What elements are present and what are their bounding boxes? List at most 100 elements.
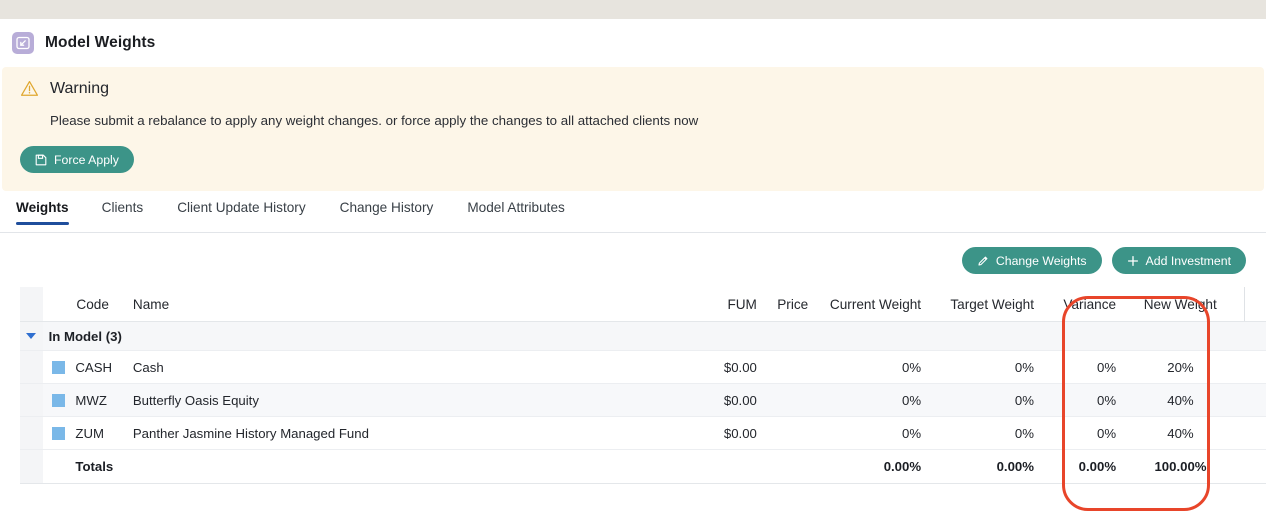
cell-new-weight[interactable]: 40% [1116, 417, 1245, 450]
warning-title: Warning [50, 80, 109, 98]
table-header: Code Name FUM Price Current Weight Targe… [20, 287, 1266, 322]
totals-fum [677, 450, 757, 484]
group-caret-cell[interactable] [20, 322, 43, 351]
tab-weights[interactable]: Weights [16, 199, 85, 224]
header-price[interactable]: Price [757, 287, 808, 322]
cell-name: Butterfly Oasis Equity [133, 384, 677, 417]
row-end-spacer [1245, 417, 1266, 450]
row-color-swatch-cell[interactable] [43, 417, 76, 450]
add-investment-label: Add Investment [1146, 254, 1231, 268]
cell-target-weight: 0% [921, 351, 1034, 384]
weights-table-region: Code Name FUM Price Current Weight Targe… [0, 287, 1266, 484]
page-header: Model Weights [0, 19, 1266, 67]
header-fum[interactable]: FUM [677, 287, 757, 322]
chevron-down-icon[interactable] [26, 333, 36, 339]
warning-message: Please submit a rebalance to apply any w… [2, 112, 1264, 129]
table-body: In Model (3) CASH Cash $0.00 0% 0% 0% 20… [20, 322, 1266, 484]
table-header-row: Code Name FUM Price Current Weight Targe… [20, 287, 1266, 322]
header-gutter [20, 287, 43, 322]
cell-variance: 0% [1034, 417, 1116, 450]
page-title: Model Weights [45, 34, 155, 52]
header-swatch [43, 287, 76, 322]
cell-variance: 0% [1034, 351, 1116, 384]
cell-current-weight: 0% [808, 384, 921, 417]
table-toolbar: Change Weights Add Investment [0, 233, 1266, 274]
group-header-row[interactable]: In Model (3) [20, 322, 1266, 351]
cell-current-weight: 0% [808, 417, 921, 450]
add-investment-button[interactable]: Add Investment [1112, 247, 1246, 274]
header-name[interactable]: Name [133, 287, 677, 322]
save-icon [35, 154, 47, 166]
header-new-weight[interactable]: New Weight [1116, 287, 1245, 322]
cell-new-weight[interactable]: 20% [1116, 351, 1245, 384]
header-variance[interactable]: Variance [1034, 287, 1116, 322]
warning-banner: Warning Please submit a rebalance to app… [2, 67, 1264, 191]
cell-fum: $0.00 [677, 417, 757, 450]
force-apply-label: Force Apply [54, 153, 119, 167]
totals-swatch-spacer [43, 450, 76, 484]
cell-fum: $0.00 [677, 351, 757, 384]
cell-code: ZUM [75, 417, 132, 450]
color-swatch-icon[interactable] [52, 427, 65, 440]
totals-label: Totals [75, 450, 676, 484]
cell-new-weight[interactable]: 40% [1116, 384, 1245, 417]
force-apply-button[interactable]: Force Apply [20, 146, 134, 173]
row-gutter [20, 417, 43, 450]
totals-current-weight: 0.00% [808, 450, 921, 484]
color-swatch-icon[interactable] [52, 394, 65, 407]
change-weights-label: Change Weights [996, 254, 1087, 268]
tab-model-attributes-label: Model Attributes [467, 200, 564, 215]
row-color-swatch-cell[interactable] [43, 384, 76, 417]
cell-fum: $0.00 [677, 384, 757, 417]
row-color-swatch-cell[interactable] [43, 351, 76, 384]
row-end-spacer [1245, 351, 1266, 384]
cell-target-weight: 0% [921, 384, 1034, 417]
totals-gutter [20, 450, 43, 484]
cell-variance: 0% [1034, 384, 1116, 417]
cell-price [757, 351, 808, 384]
totals-end-spacer [1245, 450, 1266, 484]
tab-bar: Weights Clients Client Update History Ch… [0, 199, 1266, 233]
tab-model-attributes[interactable]: Model Attributes [450, 199, 581, 224]
totals-row: Totals 0.00% 0.00% 0.00% 100.00% [20, 450, 1266, 484]
pencil-icon [977, 255, 989, 267]
tab-weights-label: Weights [16, 200, 69, 215]
row-gutter [20, 384, 43, 417]
header-code[interactable]: Code [75, 287, 132, 322]
row-end-spacer [1245, 384, 1266, 417]
cell-name: Panther Jasmine History Managed Fund [133, 417, 677, 450]
table-row[interactable]: ZUM Panther Jasmine History Managed Fund… [20, 417, 1266, 450]
cell-price [757, 384, 808, 417]
group-label-cell: In Model (3) [43, 322, 1266, 351]
color-swatch-icon[interactable] [52, 361, 65, 374]
tab-clients-label: Clients [102, 200, 144, 215]
table-row[interactable]: CASH Cash $0.00 0% 0% 0% 20% [20, 351, 1266, 384]
warning-triangle-icon [20, 79, 39, 98]
row-gutter [20, 351, 43, 384]
plus-icon [1127, 255, 1139, 267]
header-end-spacer [1245, 287, 1266, 322]
warning-actions: Force Apply [2, 146, 1264, 173]
cell-code: CASH [75, 351, 132, 384]
tab-change-history[interactable]: Change History [323, 199, 451, 224]
weights-table: Code Name FUM Price Current Weight Targe… [20, 287, 1266, 484]
totals-new-weight: 100.00% [1116, 450, 1245, 484]
change-weights-button[interactable]: Change Weights [962, 247, 1102, 274]
header-current-weight[interactable]: Current Weight [808, 287, 921, 322]
model-window-icon [12, 32, 34, 54]
window-chrome-bar [0, 0, 1266, 19]
group-label: In Model (3) [43, 329, 122, 344]
cell-price [757, 417, 808, 450]
tab-change-history-label: Change History [340, 200, 434, 215]
tab-client-update-history[interactable]: Client Update History [160, 199, 322, 224]
tab-client-update-history-label: Client Update History [177, 200, 305, 215]
table-row[interactable]: MWZ Butterfly Oasis Equity $0.00 0% 0% 0… [20, 384, 1266, 417]
cell-code: MWZ [75, 384, 132, 417]
cell-name: Cash [133, 351, 677, 384]
totals-variance: 0.00% [1034, 450, 1116, 484]
header-target-weight[interactable]: Target Weight [921, 287, 1034, 322]
totals-price [757, 450, 808, 484]
totals-target-weight: 0.00% [921, 450, 1034, 484]
warning-header: Warning [2, 79, 1264, 98]
tab-clients[interactable]: Clients [85, 199, 161, 224]
